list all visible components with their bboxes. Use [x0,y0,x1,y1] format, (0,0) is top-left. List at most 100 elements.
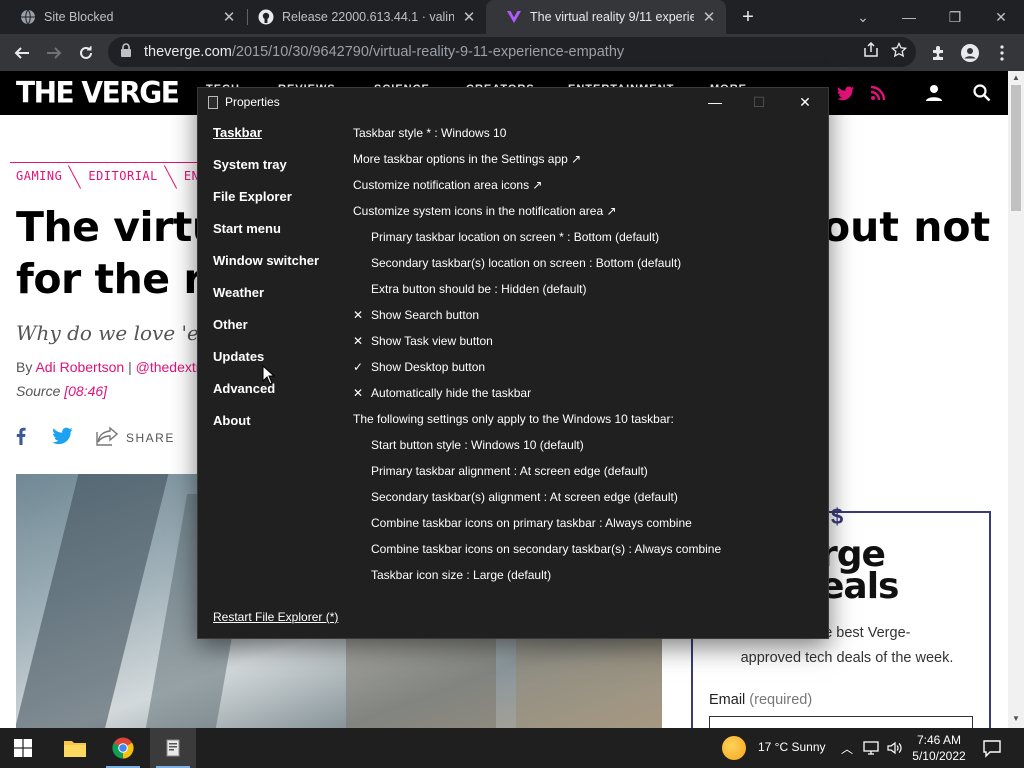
twitter-share-icon[interactable] [52,427,74,450]
hub-gaming[interactable]: GAMING [10,169,68,183]
share-page-icon[interactable] [862,41,880,59]
tab-release[interactable]: Release 22000.613.44.1 · valinet/Explore… [238,0,486,34]
close-tab-icon[interactable]: ✕ [220,8,238,26]
back-button[interactable] [7,38,37,68]
setting-secondary-alignment[interactable]: Secondary taskbar(s) alignment : At scre… [353,484,721,510]
search-icon[interactable] [972,83,992,103]
url-host: theverge.com [144,44,232,60]
sidebar-item-window-switcher[interactable]: Window switcher [213,253,319,285]
tab-verge-article[interactable]: The virtual reality 9/11 experience ✕ [486,0,726,34]
dialog-maximize-button: ☐ [752,93,766,110]
hub-separator [164,165,178,187]
hub-editorial[interactable]: EDITORIAL [82,169,164,183]
setting-label: Secondary taskbar(s) alignment : At scre… [371,490,678,504]
setting-icon-size[interactable]: Taskbar icon size : Large (default) [353,562,721,588]
sidebar-item-advanced[interactable]: Advanced [213,381,319,413]
setting-system-icons-link[interactable]: Customize system icons in the notificati… [353,198,721,224]
volume-icon[interactable] [886,739,904,757]
network-icon[interactable] [862,739,880,757]
windows-logo-icon [14,739,32,757]
setting-label: Secondary taskbar(s) location on screen … [371,256,682,270]
folder-icon [64,741,86,757]
scroll-thumb[interactable] [1011,85,1021,211]
scroll-up-arrow-icon[interactable]: ▲ [1008,73,1024,85]
sidebar-item-system-tray[interactable]: System tray [213,157,319,189]
setting-label: Primary taskbar alignment : At screen ed… [371,464,648,478]
setting-notification-icons-link[interactable]: Customize notification area icons ↗ [353,172,721,198]
author-handle-link[interactable]: @thedextr [136,359,201,375]
tab-title: The virtual reality 9/11 experience [530,10,694,24]
browser-menu-icon[interactable] [987,38,1017,68]
deals-logo: rge eals [820,537,899,605]
author-link[interactable]: Adi Robertson [35,359,124,375]
close-window-button[interactable]: ✕ [978,0,1024,34]
source-time-link[interactable]: [08:46] [64,383,107,399]
share-label[interactable]: SHARE [126,431,175,445]
address-bar[interactable]: theverge.com/2015/10/30/9642790/virtual-… [108,37,916,67]
unchecked-x-icon: ✕ [353,334,364,348]
setting-label: Taskbar icon size : Large (default) [371,568,552,582]
sidebar-item-other[interactable]: Other [213,317,319,349]
setting-show-search-button[interactable]: ✕ Show Search button [353,302,721,328]
reload-button[interactable] [71,38,101,68]
setting-show-desktop-button[interactable]: ✓ Show Desktop button [353,354,721,380]
forward-button[interactable] [39,38,69,68]
new-tab-button[interactable]: + [736,6,760,28]
extensions-icon[interactable] [923,38,953,68]
github-icon [258,9,274,25]
page-scrollbar[interactable]: ▲ ▼ [1008,71,1024,728]
setting-show-task-view-button[interactable]: ✕ Show Task view button [353,328,721,354]
setting-auto-hide-taskbar[interactable]: ✕ Automatically hide the taskbar [353,380,721,406]
close-tab-icon[interactable]: ✕ [460,8,478,26]
taskbar-properties[interactable] [150,728,196,768]
twitter-icon[interactable] [836,83,856,103]
setting-combine-primary[interactable]: Combine taskbar icons on primary taskbar… [353,510,721,536]
show-hidden-icons-chevron-icon[interactable]: ︿ [838,739,856,757]
setting-more-taskbar-options-link[interactable]: More taskbar options in the Settings app… [353,146,721,172]
rss-icon[interactable] [868,83,888,103]
account-icon[interactable] [924,83,944,103]
setting-label: The following settings only apply to the… [353,412,674,426]
chrome-icon [112,737,134,759]
setting-primary-location[interactable]: Primary taskbar location on screen * : B… [353,224,721,250]
sidebar-item-taskbar[interactable]: Taskbar [213,125,319,157]
notification-center-icon[interactable] [982,738,1002,758]
sidebar-item-start-menu[interactable]: Start menu [213,221,319,253]
scroll-down-arrow-icon[interactable]: ▼ [1008,714,1024,726]
taskbar-chrome[interactable] [100,728,146,768]
profile-avatar-icon[interactable] [955,38,985,68]
setting-start-button-style[interactable]: Start button style : Windows 10 (default… [353,432,721,458]
taskbar-file-explorer[interactable] [52,728,98,768]
headline-right-fragment: out not [822,203,991,251]
setting-primary-alignment[interactable]: Primary taskbar alignment : At screen ed… [353,458,721,484]
url-path: /2015/10/30/9642790/virtual-reality-9-11… [231,44,625,60]
bookmark-star-icon[interactable] [890,41,908,59]
share-icon[interactable] [96,425,119,451]
site-logo[interactable]: THE VERGE [16,75,180,110]
setting-taskbar-style[interactable]: Taskbar style * : Windows 10 [353,120,721,146]
source-line: Source [08:46] [16,383,107,399]
dialog-title: Properties [225,95,280,109]
minimize-button[interactable]: — [886,0,932,34]
email-label: Email (required) [709,692,812,708]
dialog-close-button[interactable]: ✕ [782,88,828,116]
tab-search-icon[interactable]: ⌄ [840,0,886,34]
sidebar-item-file-explorer[interactable]: File Explorer [213,189,319,221]
setting-secondary-location[interactable]: Secondary taskbar(s) location on screen … [353,250,721,276]
sun-weather-icon[interactable] [722,736,746,760]
email-input[interactable] [709,716,973,728]
setting-extra-button[interactable]: Extra button should be : Hidden (default… [353,276,721,302]
sidebar-item-about[interactable]: About [213,413,319,445]
setting-combine-secondary[interactable]: Combine taskbar icons on secondary taskb… [353,536,721,562]
start-button[interactable] [0,728,46,768]
taskbar-clock[interactable]: 7:46 AM 5/10/2022 [908,732,970,764]
lock-icon[interactable] [120,43,132,61]
close-tab-icon[interactable]: ✕ [700,8,718,26]
restart-file-explorer-link[interactable]: Restart File Explorer (*) [213,610,338,624]
weather-text[interactable]: 17 °C Sunny [758,740,826,754]
restore-button[interactable]: ❐ [932,0,978,34]
sidebar-item-weather[interactable]: Weather [213,285,319,317]
dialog-minimize-button[interactable]: — [692,88,738,116]
facebook-icon[interactable] [16,427,26,450]
tab-site-blocked[interactable]: Site Blocked ✕ [0,0,246,34]
